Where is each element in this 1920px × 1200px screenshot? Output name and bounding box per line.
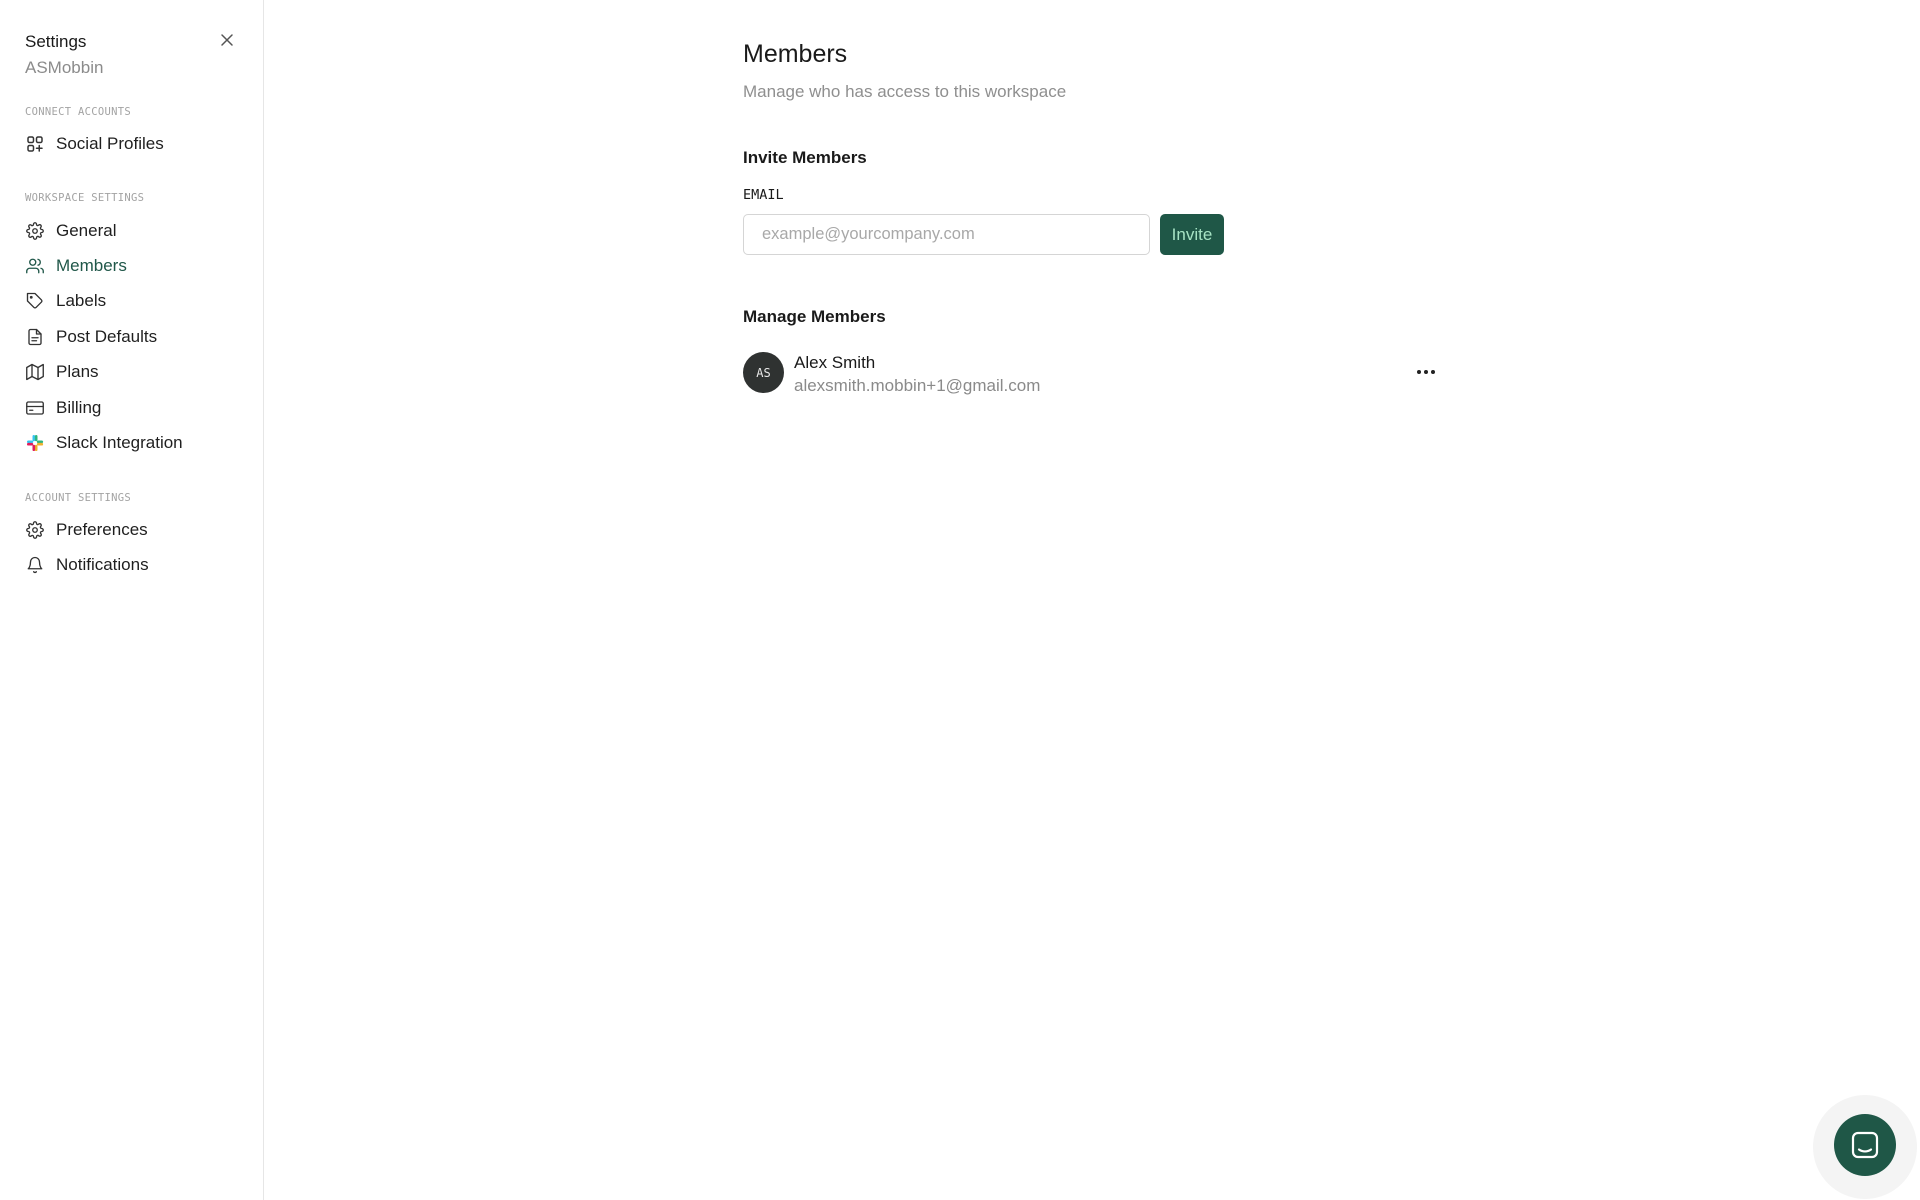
credit-card-icon (25, 398, 45, 418)
chat-launcher-button[interactable] (1834, 1114, 1896, 1176)
manage-members-heading: Manage Members (743, 307, 886, 326)
sidebar-title: Settings (25, 32, 87, 51)
sidebar-item-label: Post Defaults (56, 327, 158, 346)
invite-members-heading: Invite Members (743, 148, 867, 167)
document-icon (25, 327, 45, 347)
chat-icon (1851, 1131, 1879, 1159)
section-account-settings: ACCOUNT SETTINGS (25, 492, 131, 504)
sidebar-item-label: Social Profiles (56, 134, 164, 153)
sidebar-item-label: Members (56, 256, 127, 275)
member-name: Alex Smith (794, 353, 876, 372)
users-icon (25, 256, 45, 276)
map-icon (25, 362, 45, 382)
tag-icon (25, 291, 45, 311)
sidebar-item-slack-integration[interactable]: Slack Integration (25, 429, 245, 457)
section-workspace-settings: WORKSPACE SETTINGS (25, 192, 145, 204)
sidebar-item-labels[interactable]: Labels (25, 287, 245, 315)
sidebar-item-label: General (56, 221, 117, 240)
sidebar-item-billing[interactable]: Billing (25, 394, 245, 422)
slack-icon (25, 433, 45, 453)
page-title: Members (743, 40, 848, 68)
sidebar-item-general[interactable]: General (25, 217, 245, 245)
invite-button[interactable]: Invite (1160, 214, 1224, 255)
sidebar-item-post-defaults[interactable]: Post Defaults (25, 323, 245, 351)
section-connect-accounts: CONNECT ACCOUNTS (25, 106, 131, 118)
sidebar-item-label: Plans (56, 362, 99, 381)
sidebar-item-label: Preferences (56, 520, 148, 539)
sidebar-item-label: Slack Integration (56, 433, 183, 452)
sidebar-item-members[interactable]: Members (25, 252, 245, 280)
more-horizontal-icon (1417, 370, 1435, 374)
member-email: alexsmith.mobbin+1@gmail.com (794, 376, 1041, 395)
page-subtitle: Manage who has access to this workspace (743, 82, 1067, 101)
sidebar-item-label: Labels (56, 291, 107, 310)
email-label: EMAIL (743, 187, 784, 203)
close-settings-button[interactable] (217, 30, 237, 50)
gear-icon (25, 520, 45, 540)
member-row: AS Alex Smith alexsmith.mobbin+1@gmail.c… (743, 352, 1439, 398)
bell-icon (25, 555, 45, 575)
sidebar-item-social-profiles[interactable]: Social Profiles (25, 130, 245, 158)
apps-icon (25, 134, 45, 154)
settings-sidebar: Settings ASMobbin CONNECT ACCOUNTS Socia… (0, 0, 264, 1200)
close-icon (221, 34, 233, 46)
sidebar-item-plans[interactable]: Plans (25, 358, 245, 386)
sidebar-item-preferences[interactable]: Preferences (25, 516, 245, 544)
workspace-name: ASMobbin (25, 58, 104, 77)
member-actions-button[interactable] (1413, 360, 1439, 384)
gear-icon (25, 221, 45, 241)
email-input[interactable] (743, 214, 1150, 255)
avatar: AS (743, 352, 784, 393)
sidebar-item-label: Billing (56, 398, 102, 417)
sidebar-item-label: Notifications (56, 555, 149, 574)
sidebar-item-notifications[interactable]: Notifications (25, 551, 245, 579)
settings-app: Settings ASMobbin CONNECT ACCOUNTS Socia… (0, 0, 1920, 1200)
